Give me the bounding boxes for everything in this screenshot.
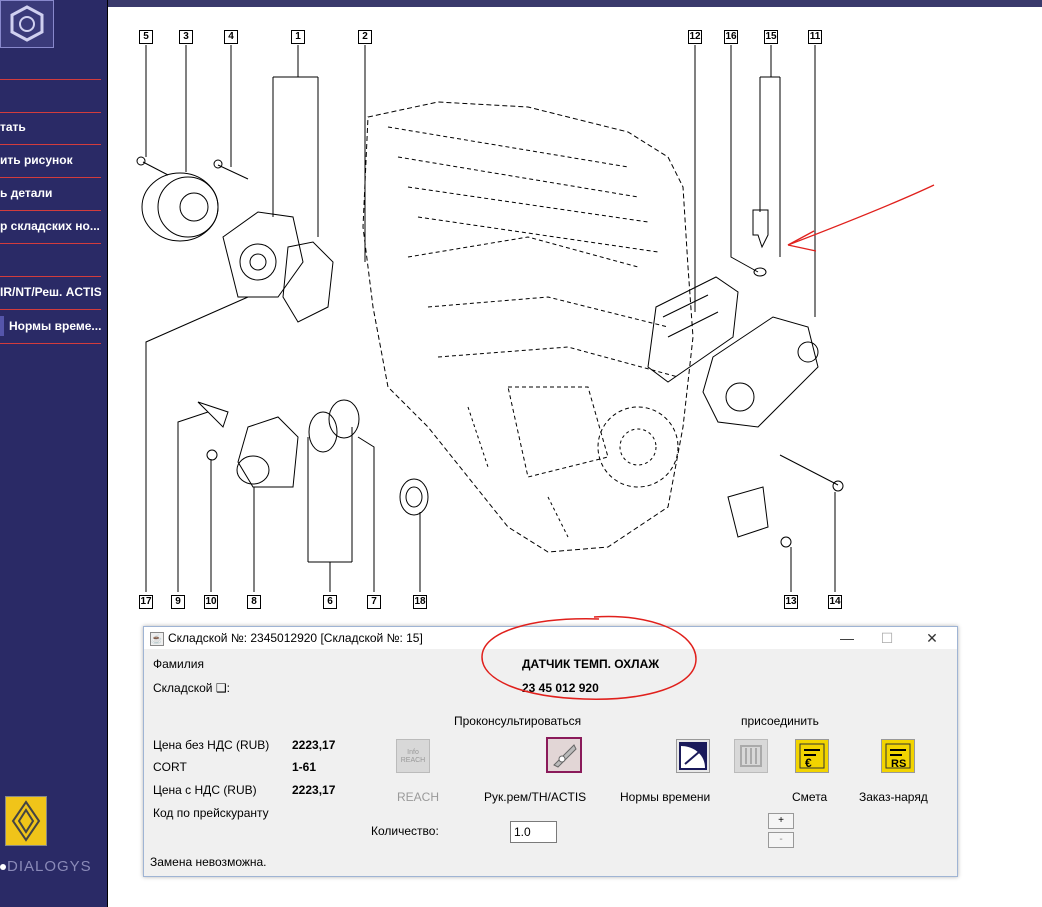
callout-18[interactable]: 18 (413, 595, 427, 609)
part-info-dialog: ☕ Складской №: 2345012920 [Складской №: … (143, 615, 958, 877)
price-excl-vat-value: 2223,17 (292, 738, 336, 752)
price-incl-vat-label: Цена с НДС (RUB) (153, 783, 257, 797)
repair-manual-label: Рук.рем/TH/ACTIS (484, 790, 587, 804)
estimate-label: Смета (792, 790, 828, 804)
norms-button[interactable]: Нормы време... (0, 314, 101, 338)
repair-manual-button[interactable] (546, 737, 582, 773)
callout-3[interactable]: 3 (179, 30, 193, 44)
callout-14[interactable]: 14 (828, 595, 842, 609)
renault-logo (5, 796, 47, 846)
gear-block-icon (740, 745, 762, 767)
java-app-icon: ☕ (150, 632, 164, 646)
menu-item-label: ить рисунок (0, 153, 73, 167)
engine-exploded-view (136, 45, 935, 592)
menu-divider (0, 343, 101, 344)
labor-times-button[interactable] (676, 739, 710, 773)
status-message: Замена невозможна. (150, 855, 267, 869)
norms-button-marker (0, 316, 4, 336)
attach-disabled-button[interactable] (734, 739, 768, 773)
callout-11[interactable]: 11 (808, 30, 822, 44)
parts-diagram: 5 3 4 1 2 12 16 15 11 17 9 10 8 6 7 18 1… (108, 7, 1042, 622)
callout-17[interactable]: 17 (139, 595, 153, 609)
estimate-button[interactable]: € (795, 739, 829, 773)
stock-number-label: Складской ❑: (153, 681, 230, 695)
menu-item-label: ь детали (0, 186, 53, 200)
brand-text: DIALOGYS (7, 858, 92, 875)
price-incl-vat-value: 2223,17 (292, 783, 336, 797)
callout-16[interactable]: 16 (724, 30, 738, 44)
cort-label: CORT (153, 760, 187, 774)
minimize-button[interactable]: — (832, 629, 862, 647)
close-button[interactable]: ✕ (917, 629, 947, 647)
family-label: Фамилия (153, 657, 204, 671)
callout-4[interactable]: 4 (224, 30, 238, 44)
menu-item-print[interactable]: тать (0, 117, 101, 137)
quantity-increment-button[interactable]: + (768, 813, 794, 829)
dialog-title: Складской №: 2345012920 [Складской №: 15… (168, 631, 423, 645)
menu-divider (0, 309, 101, 310)
callout-1[interactable]: 1 (291, 30, 305, 44)
top-bar (0, 0, 1042, 7)
menu-divider (0, 144, 101, 145)
menu-item-actis[interactable]: IR/NT/Реш. ACTIS (0, 282, 101, 302)
menu-item-label: тать (0, 120, 26, 134)
renault-diamond-icon (11, 800, 41, 842)
menu-divider (0, 79, 101, 80)
menu-divider (0, 276, 101, 277)
callout-2[interactable]: 2 (358, 30, 372, 44)
menu-item-label: р складских но... (0, 219, 100, 233)
norms-button-label: Нормы време... (9, 319, 102, 333)
hexagon-logo-icon (10, 5, 44, 42)
reach-button-label: REACH (397, 790, 440, 804)
consult-label: Проконсультироваться (454, 714, 582, 728)
svg-text:€: € (805, 756, 812, 770)
callout-10[interactable]: 10 (204, 595, 218, 609)
menu-divider (0, 112, 101, 113)
callout-15[interactable]: 15 (764, 30, 778, 44)
callout-6[interactable]: 6 (323, 595, 337, 609)
quantity-decrement-button[interactable]: - (768, 832, 794, 848)
app-logo[interactable] (0, 0, 54, 48)
menu-item-stock-numbers[interactable]: р складских но... (0, 216, 101, 236)
menu-divider (0, 243, 101, 244)
work-order-icon: RS (885, 743, 911, 770)
dialog-body: Фамилия ДАТЧИК ТЕМП. ОХЛАЖ Складской ❑: … (144, 615, 957, 876)
clock-chart-icon (679, 742, 707, 770)
menu-divider (0, 177, 101, 178)
callout-8[interactable]: 8 (247, 595, 261, 609)
attach-label: присоединить (741, 714, 819, 728)
callout-9[interactable]: 9 (171, 595, 185, 609)
brand-label: DIALOGYS (0, 858, 92, 875)
sidebar: тать ить рисунок ь детали р складских но… (0, 0, 108, 907)
callout-12[interactable]: 12 (688, 30, 702, 44)
estimate-icon: € (799, 743, 825, 770)
callout-7[interactable]: 7 (367, 595, 381, 609)
cort-value: 1-61 (292, 760, 317, 774)
maximize-button[interactable]: ☐ (872, 629, 902, 647)
document-icon (553, 744, 577, 768)
callout-13[interactable]: 13 (784, 595, 798, 609)
pricelist-code-label: Код по прейскуранту (153, 806, 269, 820)
menu-item-label: IR/NT/Реш. ACTIS (0, 285, 101, 299)
red-circle-annotation (481, 615, 697, 700)
svg-text:RS: RS (891, 758, 906, 770)
work-order-label: Заказ-наряд (859, 790, 928, 804)
quantity-label: Количество: (371, 824, 439, 838)
reach-icon: Info REACH (400, 749, 426, 764)
reach-button[interactable]: Info REACH (396, 739, 430, 773)
menu-item-drawing[interactable]: ить рисунок (0, 150, 101, 170)
price-excl-vat-label: Цена без НДС (RUB) (153, 738, 270, 752)
labor-times-label: Нормы времени (620, 790, 711, 804)
quantity-input[interactable]: 1.0 (510, 821, 557, 843)
brand-dot-icon (0, 864, 6, 871)
menu-divider (0, 210, 101, 211)
callout-5[interactable]: 5 (139, 30, 153, 44)
menu-item-parts[interactable]: ь детали (0, 183, 101, 203)
work-order-button[interactable]: RS (881, 739, 915, 773)
